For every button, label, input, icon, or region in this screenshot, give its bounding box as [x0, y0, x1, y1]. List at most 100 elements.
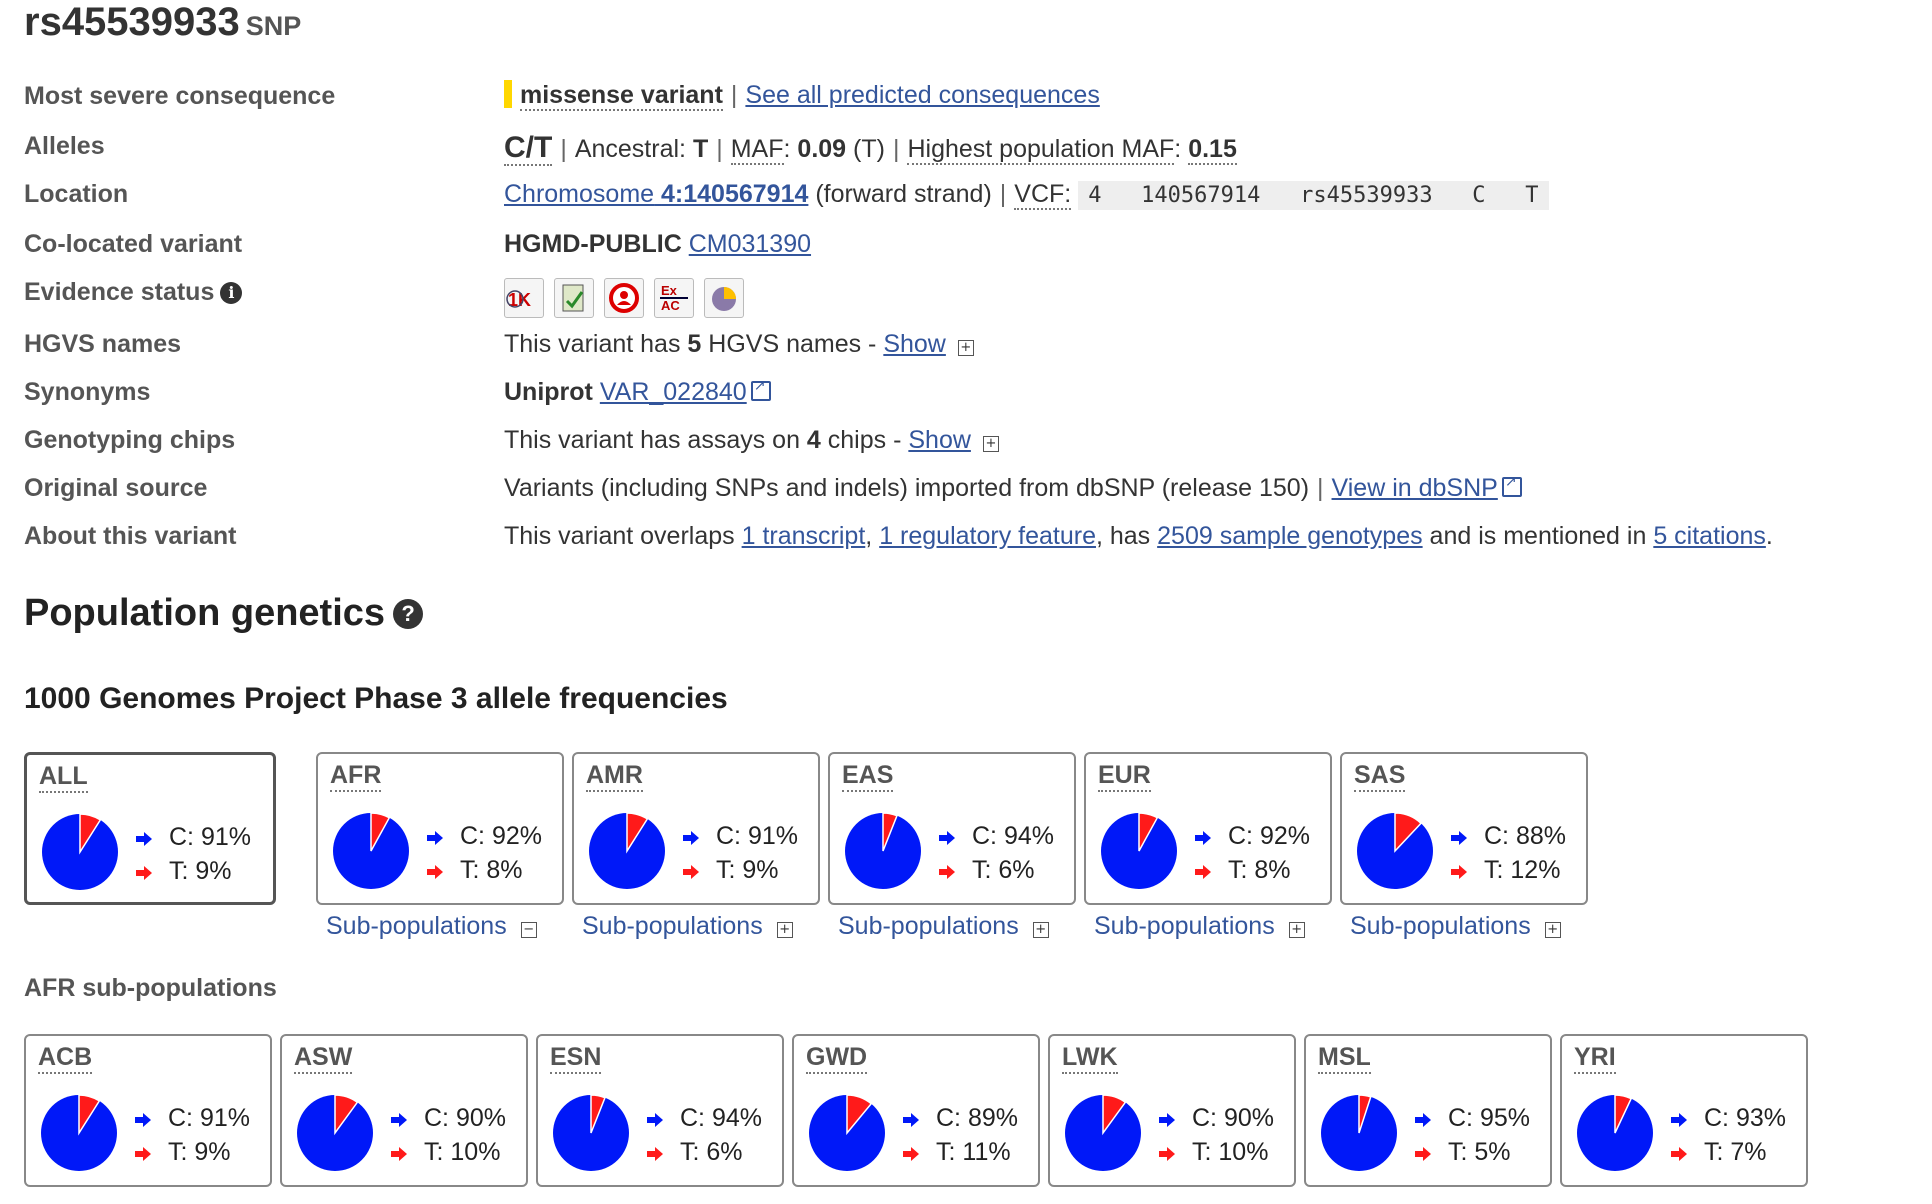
allele-pie-chart [1101, 812, 1177, 889]
population-name[interactable]: AMR [586, 760, 643, 792]
expand-icon[interactable]: + [957, 340, 974, 356]
regulatory-feature-link[interactable]: 1 regulatory feature [879, 522, 1096, 550]
expand-icon[interactable]: + [1288, 922, 1305, 938]
c-allele-arrow-icon [902, 1112, 920, 1133]
population-panel-msl[interactable]: MSL C: 95% T: 5% [1304, 1034, 1552, 1187]
separator: | [1317, 474, 1324, 502]
help-icon[interactable]: ? [393, 599, 424, 629]
maf-value: 0.09 [797, 135, 847, 163]
collapse-icon[interactable]: − [520, 922, 537, 938]
external-link-icon[interactable] [750, 377, 771, 401]
ancestral-label: Ancestral: [574, 135, 686, 163]
population-panel-sas[interactable]: SAS C: 88% T: 12% [1340, 752, 1588, 905]
subpopulations-toggle-sas[interactable]: Sub-populations + [1350, 912, 1561, 941]
c-allele-arrow-icon [1414, 1112, 1432, 1133]
chromosome-link[interactable]: Chromosome 4:140567914 [504, 180, 808, 208]
c-allele-arrow-icon [1450, 830, 1468, 851]
row-value: This variant overlaps 1 transcript, 1 re… [504, 522, 1773, 551]
info-icon[interactable]: i [220, 282, 243, 304]
row-label: Synonyms [24, 378, 151, 406]
frequency-icon[interactable] [554, 278, 594, 318]
population-panel-asw[interactable]: ASW C: 90% T: 10% [280, 1034, 528, 1187]
population-name[interactable]: ALL [39, 761, 88, 793]
chips-show-link[interactable]: Show [908, 426, 971, 454]
population-name[interactable]: ESN [550, 1042, 602, 1074]
c-allele-frequency: C: 94% [680, 1104, 762, 1132]
dbsnp-link[interactable]: View in dbSNP [1332, 474, 1498, 502]
population-name[interactable]: ACB [38, 1042, 93, 1074]
hgvs-show-link[interactable]: Show [883, 330, 946, 358]
population-name[interactable]: YRI [1574, 1042, 1616, 1074]
pie-wrapper [41, 813, 119, 896]
uniprot-link[interactable]: VAR_022840 [600, 378, 747, 406]
expand-icon[interactable]: + [982, 436, 999, 452]
sample-genotypes-link[interactable]: 2509 sample genotypes [1157, 522, 1422, 550]
t-allele-arrow-icon [902, 1146, 920, 1167]
population-name[interactable]: EUR [1098, 760, 1151, 792]
see-all-consequences-link[interactable]: See all predicted consequences [745, 81, 1099, 109]
row-value: This variant has assays on 4 chips - Sho… [504, 426, 999, 455]
1000-genomes-icon[interactable]: 1K [504, 278, 544, 318]
highest-maf-label[interactable]: Highest population MAF [907, 135, 1175, 165]
c-allele-arrow-icon [646, 1112, 664, 1133]
external-link-icon[interactable] [1501, 473, 1522, 497]
row-source: Original source Variants (including SNPs… [0, 473, 1932, 510]
population-panel-eas[interactable]: EAS C: 94% T: 6% [828, 752, 1076, 905]
population-name[interactable]: AFR [330, 760, 382, 792]
colocated-link[interactable]: CM031390 [689, 230, 811, 258]
maf-label[interactable]: MAF [730, 135, 784, 165]
allele-string[interactable]: C/T [504, 131, 553, 166]
c-allele-arrow-icon [390, 1112, 408, 1133]
population-panel-yri[interactable]: YRI C: 93% T: 7% [1560, 1034, 1808, 1187]
population-panel-all[interactable]: ALL C: 91% T: 9% [24, 752, 276, 905]
population-name[interactable]: SAS [1354, 760, 1406, 792]
population-panel-afr[interactable]: AFR C: 92% T: 8% [316, 752, 564, 905]
t-allele-arrow-icon [646, 1146, 664, 1167]
vcf-label[interactable]: VCF: [1014, 180, 1072, 210]
consequence-color-marker [504, 80, 512, 108]
population-panel-esn[interactable]: ESN C: 94% T: 6% [536, 1034, 784, 1187]
subpopulations-link[interactable]: Sub-populations [1094, 912, 1275, 940]
row-label: About this variant [24, 522, 237, 550]
cited-icon[interactable] [604, 278, 644, 318]
subpopulations-toggle-amr[interactable]: Sub-populations + [582, 912, 793, 941]
expand-icon[interactable]: + [1544, 922, 1561, 938]
exac-icon[interactable]: Ex AC [654, 278, 694, 318]
expand-icon[interactable]: + [776, 922, 793, 938]
subpopulations-link[interactable]: Sub-populations [838, 912, 1019, 940]
subpopulations-toggle-eur[interactable]: Sub-populations + [1094, 912, 1305, 941]
c-allele-arrow-icon [1194, 830, 1212, 851]
population-panel-acb[interactable]: ACB C: 91% T: 9% [24, 1034, 272, 1187]
red-arrow-icon [1159, 1147, 1175, 1161]
subpopulations-link[interactable]: Sub-populations [582, 912, 763, 940]
separator: | [730, 81, 738, 109]
expand-icon[interactable]: + [1032, 922, 1049, 938]
transcript-link[interactable]: 1 transcript [742, 522, 866, 550]
row-hgvs: HGVS names This variant has 5 HGVS names… [0, 330, 1932, 366]
allele-pie-chart [297, 1094, 373, 1171]
subpopulations-toggle-afr[interactable]: Sub-populations − [326, 912, 537, 941]
t-allele-frequency: T: 8% [460, 856, 523, 884]
c-allele-frequency: C: 90% [1192, 1104, 1274, 1132]
population-panel-amr[interactable]: AMR C: 91% T: 9% [572, 752, 820, 905]
population-panel-eur[interactable]: EUR C: 92% T: 8% [1084, 752, 1332, 905]
c-allele-frequency: C: 93% [1704, 1104, 1786, 1132]
chips-post: chips - [820, 426, 909, 454]
blue-arrow-icon [1195, 831, 1211, 845]
allele-pie-chart [1577, 1094, 1653, 1171]
consequence-value[interactable]: missense variant [520, 81, 723, 111]
separator: | [892, 135, 900, 163]
subpopulations-link[interactable]: Sub-populations [326, 912, 507, 940]
population-name[interactable]: GWD [806, 1042, 868, 1074]
population-name[interactable]: LWK [1062, 1042, 1118, 1074]
population-panel-lwk[interactable]: LWK C: 90% T: 10% [1048, 1034, 1296, 1187]
pie-wrapper [1356, 812, 1434, 895]
population-panel-gwd[interactable]: GWD C: 89% T: 11% [792, 1034, 1040, 1187]
population-name[interactable]: MSL [1318, 1042, 1371, 1074]
citations-link[interactable]: 5 citations [1653, 522, 1766, 550]
population-name[interactable]: EAS [842, 760, 894, 792]
subpopulations-toggle-eas[interactable]: Sub-populations + [838, 912, 1049, 941]
phenotype-icon[interactable] [704, 278, 744, 318]
population-name[interactable]: ASW [294, 1042, 353, 1074]
subpopulations-link[interactable]: Sub-populations [1350, 912, 1531, 940]
